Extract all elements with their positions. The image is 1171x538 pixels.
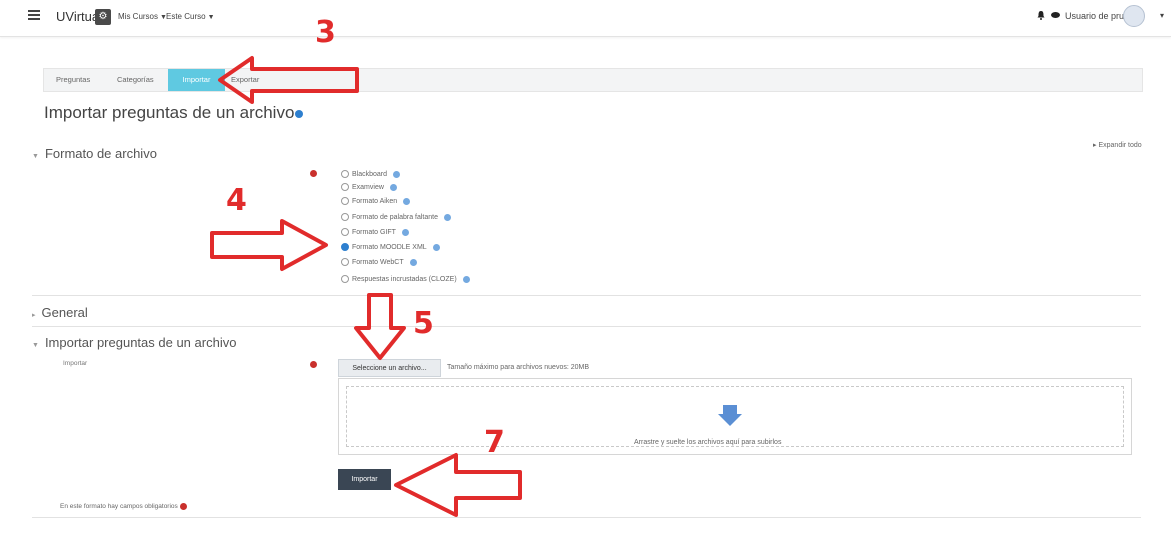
max-size-text: Tamaño máximo para archivos nuevos: 20MB xyxy=(447,364,590,371)
divider xyxy=(32,517,1141,518)
format-option[interactable]: Respuestas incrustadas (CLOZE) xyxy=(341,275,470,283)
gear-icon[interactable]: ⚙ xyxy=(95,9,111,25)
top-navbar: UVirtual ⚙ Mis Cursos ▼ Este Curso ▼ Usuar… xyxy=(0,0,1171,37)
format-option[interactable]: Formato Aiken xyxy=(341,197,411,205)
annotation-arrow-right xyxy=(210,219,328,271)
divider xyxy=(32,295,1141,296)
section-formato[interactable]: ▼ Formato de archivo xyxy=(32,146,157,161)
section-importar[interactable]: ▼ Importar preguntas de un archivo xyxy=(32,335,236,350)
avatar[interactable] xyxy=(1123,5,1145,27)
bell-icon[interactable] xyxy=(1037,11,1045,20)
required-icon xyxy=(310,170,317,177)
help-icon[interactable] xyxy=(462,275,470,283)
format-option[interactable]: Blackboard xyxy=(341,170,401,178)
menu-icon[interactable] xyxy=(28,10,40,20)
required-icon xyxy=(179,503,187,510)
help-icon[interactable] xyxy=(389,183,397,191)
annotation-arrow-left xyxy=(394,453,522,517)
help-icon[interactable] xyxy=(393,170,401,178)
format-option[interactable]: Formato de palabra faltante xyxy=(341,213,451,221)
annotation-number: 4 xyxy=(226,183,247,218)
chat-icon[interactable] xyxy=(1051,12,1060,19)
help-icon[interactable] xyxy=(444,213,451,221)
nav-this-course[interactable]: Este Curso ▼ xyxy=(166,12,215,21)
import-button[interactable]: Importar xyxy=(338,469,391,490)
divider xyxy=(32,326,1141,327)
annotation-number: 3 xyxy=(315,15,336,50)
nav-my-courses[interactable]: Mis Cursos ▼ xyxy=(118,12,167,21)
help-icon[interactable] xyxy=(401,228,409,236)
section-general[interactable]: ▸ General xyxy=(32,305,88,320)
format-option[interactable]: Formato WebCT xyxy=(341,258,417,266)
chevron-down-icon[interactable]: ▾ xyxy=(1160,11,1164,20)
annotation-number: 5 xyxy=(413,306,434,341)
help-icon[interactable] xyxy=(403,197,411,205)
page-title: Importar preguntas de un archivo xyxy=(44,103,304,123)
format-option[interactable]: Examview xyxy=(341,183,397,191)
help-icon[interactable] xyxy=(409,258,417,266)
annotation-arrow-left xyxy=(218,56,359,104)
help-icon[interactable] xyxy=(295,109,304,118)
required-icon xyxy=(310,361,317,368)
expand-all-link[interactable]: ▸ Expandir todo xyxy=(1093,141,1142,149)
format-option[interactable]: Formato GIFT xyxy=(341,228,409,236)
tab-categorias[interactable]: Categorías xyxy=(111,69,160,91)
annotation-arrow-down xyxy=(354,293,406,360)
format-option-selected[interactable]: Formato MOODLE XML xyxy=(341,243,440,251)
download-arrow-icon xyxy=(718,405,742,426)
tab-bar: Preguntas Categorías Importar Exportar xyxy=(43,68,1143,92)
field-label: Importar xyxy=(63,360,88,367)
required-note: En este formato hay campos obligatorios xyxy=(60,503,187,510)
tab-preguntas[interactable]: Preguntas xyxy=(50,69,96,91)
drop-zone-text: Arrastre y suelte los archivos aquí para… xyxy=(634,439,782,446)
help-icon[interactable] xyxy=(432,243,440,251)
